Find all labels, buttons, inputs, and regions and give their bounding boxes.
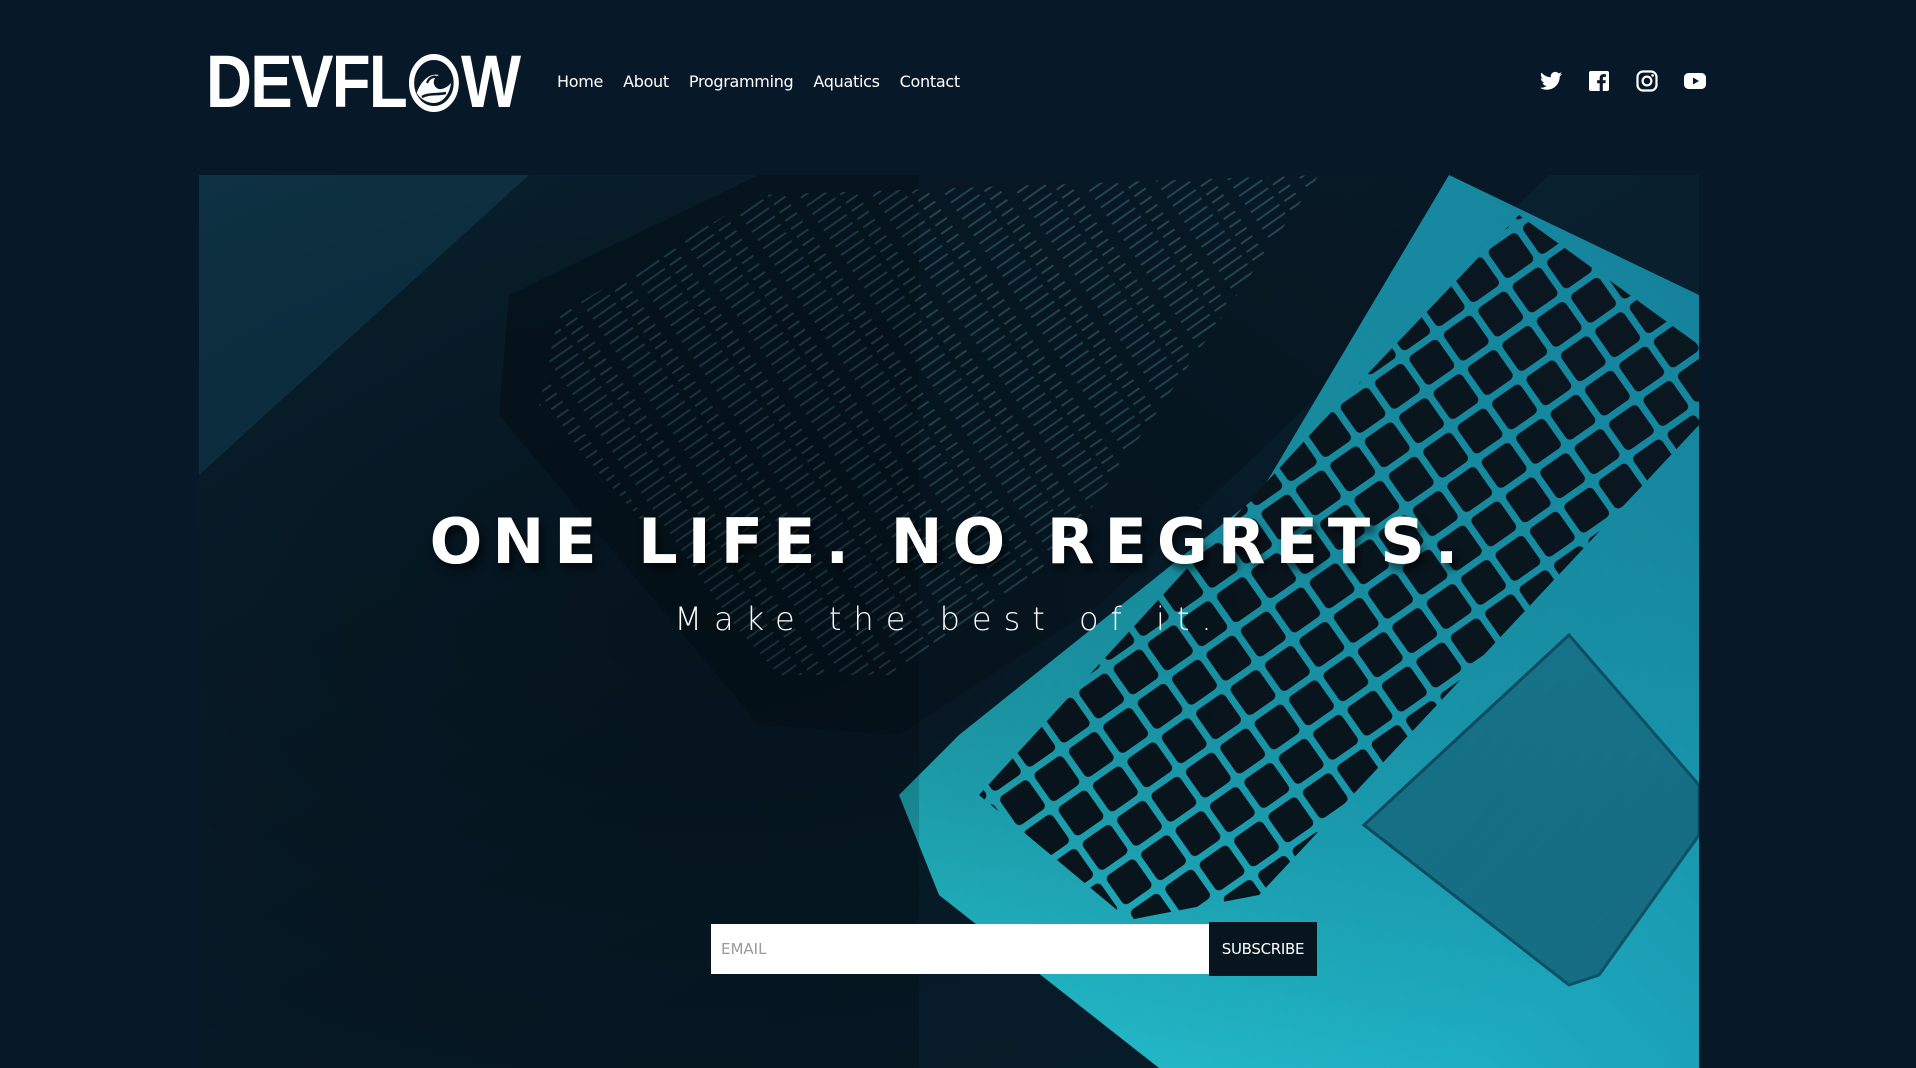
- logo[interactable]: DEVFL W: [206, 40, 570, 123]
- nav-item-home[interactable]: Home: [557, 70, 603, 94]
- social-links: [1540, 70, 1706, 92]
- youtube-icon[interactable]: [1684, 70, 1706, 92]
- hero-section: ONE LIFE. NO REGRETS. Make the best of i…: [199, 175, 1699, 1068]
- nav-item-aquatics[interactable]: Aquatics: [813, 70, 880, 94]
- subscribe-button[interactable]: SUBSCRIBE: [1209, 922, 1317, 976]
- logo-text: DEVFL W: [206, 40, 521, 123]
- facebook-icon[interactable]: [1588, 70, 1610, 92]
- wave-icon: [408, 54, 459, 112]
- email-input[interactable]: [711, 924, 1209, 974]
- twitter-icon[interactable]: [1540, 70, 1562, 92]
- instagram-icon[interactable]: [1636, 70, 1658, 92]
- main-nav: Home About Programming Aquatics Contact: [557, 70, 980, 94]
- nav-item-contact[interactable]: Contact: [900, 70, 960, 94]
- nav-item-about[interactable]: About: [623, 70, 669, 94]
- subscribe-form: SUBSCRIBE: [711, 922, 1317, 976]
- hero-title: ONE LIFE. NO REGRETS.: [429, 505, 1469, 578]
- hero-subtitle: Make the best of it.: [674, 600, 1224, 638]
- site-header: DEVFL W Home About Programming Aquatics …: [0, 0, 1916, 175]
- nav-item-programming[interactable]: Programming: [689, 70, 794, 94]
- page: DEVFL W Home About Programming Aquatics …: [0, 0, 1916, 1068]
